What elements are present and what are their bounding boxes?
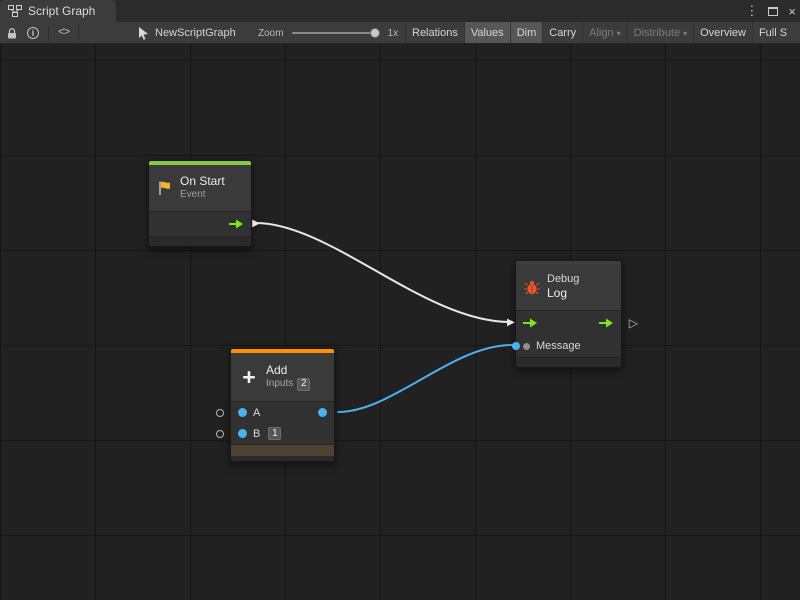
toolbar-left-group: i <> — [6, 22, 79, 44]
node-footer — [516, 357, 621, 367]
zoom-slider[interactable] — [292, 32, 380, 34]
toolbar-button-overview[interactable]: Overview — [693, 22, 752, 44]
value-output-port[interactable] — [318, 408, 327, 417]
port-a-outer-ring[interactable] — [216, 409, 224, 417]
node-debug-log[interactable]: Debug Log ▶ ▷ Message — [515, 260, 622, 368]
node-header: On Start Event — [149, 165, 251, 211]
menu-icon[interactable]: ⋮ — [745, 3, 758, 19]
zoom-control: Zoom 1x — [258, 22, 398, 44]
zoom-value: 1x — [388, 28, 399, 39]
toolbar-buttons: Relations Values Dim Carry Align ▾ Distr… — [405, 22, 793, 44]
node-footer — [149, 236, 251, 246]
graph-name: NewScriptGraph — [155, 27, 236, 39]
node-add[interactable]: + Add Inputs 2 A B 1 — [230, 348, 335, 462]
flow-row: ▶ ▷ — [516, 311, 621, 335]
bug-icon — [524, 280, 540, 295]
toolbar-button-values[interactable]: Values — [464, 22, 510, 44]
port-row-b: B 1 — [231, 423, 334, 444]
tab-script-graph[interactable]: Script Graph — [0, 0, 116, 22]
port-b-value-field[interactable]: 1 — [268, 427, 281, 440]
chevron-down-icon: ▾ — [617, 29, 621, 38]
tab-title: Script Graph — [28, 4, 95, 18]
window-controls: ⋮ × — [745, 0, 796, 22]
node-on-start[interactable]: On Start Event ▶ — [148, 160, 252, 247]
info-icon[interactable]: i — [27, 27, 39, 39]
flow-output-row: ▶ — [149, 212, 251, 236]
flow-in-arrow-icon[interactable] — [523, 318, 538, 328]
message-label: Message — [536, 340, 581, 352]
toolbar-button-fullscreen[interactable]: Full S — [752, 22, 793, 44]
port-b-outer-ring[interactable] — [216, 430, 224, 438]
node-title: On Start — [180, 174, 225, 189]
node-title: Add — [266, 363, 310, 378]
node-footer-accent — [231, 444, 334, 456]
flow-output-target[interactable]: ▷ — [629, 317, 638, 329]
graph-asset-icon — [138, 27, 149, 40]
zoom-label: Zoom — [258, 28, 284, 39]
toolbar-button-carry[interactable]: Carry — [542, 22, 582, 44]
inputs-count-field[interactable]: 2 — [297, 378, 310, 391]
flag-icon — [157, 180, 173, 196]
maximize-icon[interactable] — [768, 7, 778, 16]
wire-on-start-to-log[interactable] — [256, 223, 510, 322]
node-footer — [231, 456, 334, 461]
toolbar-button-align[interactable]: Align ▾ — [582, 22, 626, 44]
zoom-slider-handle[interactable] — [370, 28, 380, 38]
graph-canvas[interactable]: On Start Event ▶ + Add Inputs 2 — [0, 44, 800, 600]
flow-out-arrow-icon[interactable] — [599, 318, 614, 328]
flow-output-port[interactable]: ▶ — [252, 219, 260, 229]
plus-icon: + — [239, 367, 259, 387]
chevron-down-icon: ▾ — [683, 29, 687, 38]
close-icon[interactable]: × — [788, 4, 796, 19]
toolbar-button-relations[interactable]: Relations — [405, 22, 464, 44]
toolbar-button-distribute[interactable]: Distribute ▾ — [627, 22, 693, 44]
node-header: + Add Inputs 2 — [231, 353, 334, 401]
port-b-label: B — [253, 428, 260, 440]
flow-input-port[interactable]: ▶ — [507, 318, 515, 328]
toolbar-button-dim[interactable]: Dim — [510, 22, 543, 44]
message-port[interactable] — [523, 343, 530, 350]
value-port-a[interactable] — [238, 408, 247, 417]
inputs-label: Inputs — [266, 378, 293, 391]
window-titlebar: Script Graph ⋮ × — [0, 0, 800, 22]
graph-name-group: NewScriptGraph — [138, 22, 236, 44]
wire-add-to-message[interactable] — [338, 345, 512, 412]
flow-arrow-icon[interactable] — [229, 219, 244, 229]
node-header: Debug Log — [516, 264, 621, 310]
node-group-label: Debug — [547, 273, 579, 287]
lock-icon[interactable] — [6, 27, 18, 40]
graph-toolbar: i <> NewScriptGraph Zoom 1x Relations Va… — [0, 22, 800, 44]
message-connection-point[interactable] — [512, 342, 520, 350]
code-icon[interactable]: <> — [58, 27, 69, 39]
toolbar-separator — [78, 25, 79, 41]
node-subtitle: Event — [180, 189, 225, 202]
toolbar-separator — [48, 25, 49, 41]
value-port-b[interactable] — [238, 429, 247, 438]
port-a-label: A — [253, 407, 260, 419]
script-graph-icon — [8, 5, 22, 17]
node-title: Log — [547, 286, 579, 301]
port-row-a: A — [231, 402, 334, 423]
message-port-row: Message — [516, 335, 621, 357]
